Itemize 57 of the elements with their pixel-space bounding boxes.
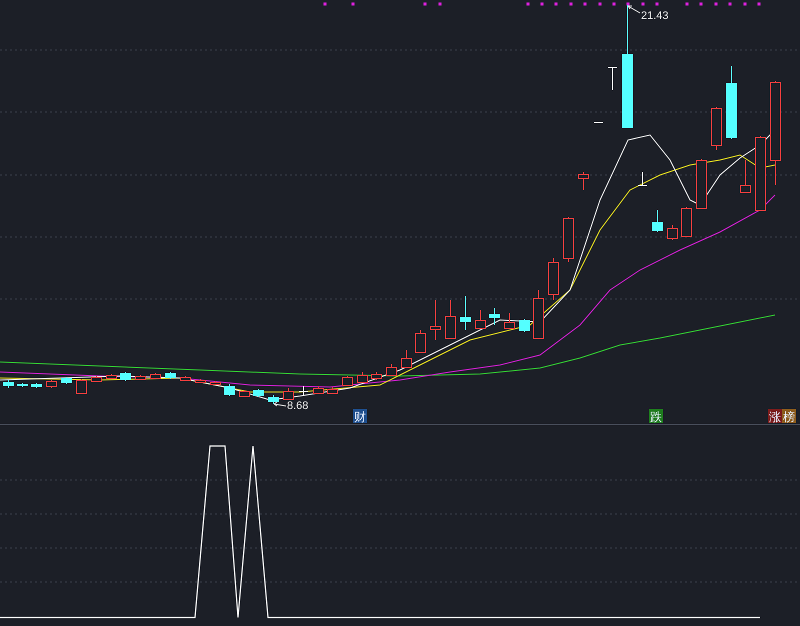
candlestick [638,172,648,186]
candlestick [740,160,751,194]
candlestick [91,376,102,382]
candlestick [533,290,544,340]
candlestick [31,382,42,388]
candlestick [150,372,161,380]
candlestick [445,300,456,340]
candlestick [504,312,515,330]
candlestick [106,374,117,380]
candlestick [711,106,722,150]
candlestick [239,390,250,398]
tag-badge: 跌 [649,409,663,424]
candlestick [17,382,28,388]
candlestick [563,216,574,262]
candlestick [667,224,678,240]
candlestick [548,258,559,300]
candlestick [519,318,530,332]
candlestick [210,380,221,386]
candlestick [298,386,308,396]
candlestick [224,384,235,396]
candlestick [475,310,486,330]
candlestick [195,378,206,384]
candlestick [401,350,412,368]
candlestick [696,158,707,210]
candlestick [386,364,397,376]
tag-badge: 榜 [782,409,796,424]
candlestick [415,330,426,354]
candlestick [342,376,353,386]
candlestick [430,300,441,340]
candlestick [578,172,589,190]
candlestick [165,372,176,380]
tag-badge: 涨 [768,409,782,424]
candlestick [489,308,500,326]
candlestick [46,380,57,388]
candlestick [357,372,368,384]
leader-line [628,6,640,14]
candlestick [371,372,382,380]
candlestick [283,388,294,400]
candlestick [313,386,324,394]
candlestick [268,394,279,404]
tag-badge: 财 [353,409,367,424]
candlestick [594,122,604,123]
candlestick [61,376,72,384]
candlestick [135,374,146,380]
candlestick [460,296,471,330]
candlestick [76,378,87,394]
price-label: 21.43 [641,10,669,22]
candlestick [253,388,264,398]
candlestick [327,386,338,394]
candlestick [180,376,191,382]
price-label: 8.68 [287,400,308,412]
candlestick [3,380,14,388]
candlestick [681,206,692,238]
candlestick [608,66,618,90]
candlestick [652,210,663,232]
candlestick [120,372,131,382]
leader-line [274,402,286,406]
